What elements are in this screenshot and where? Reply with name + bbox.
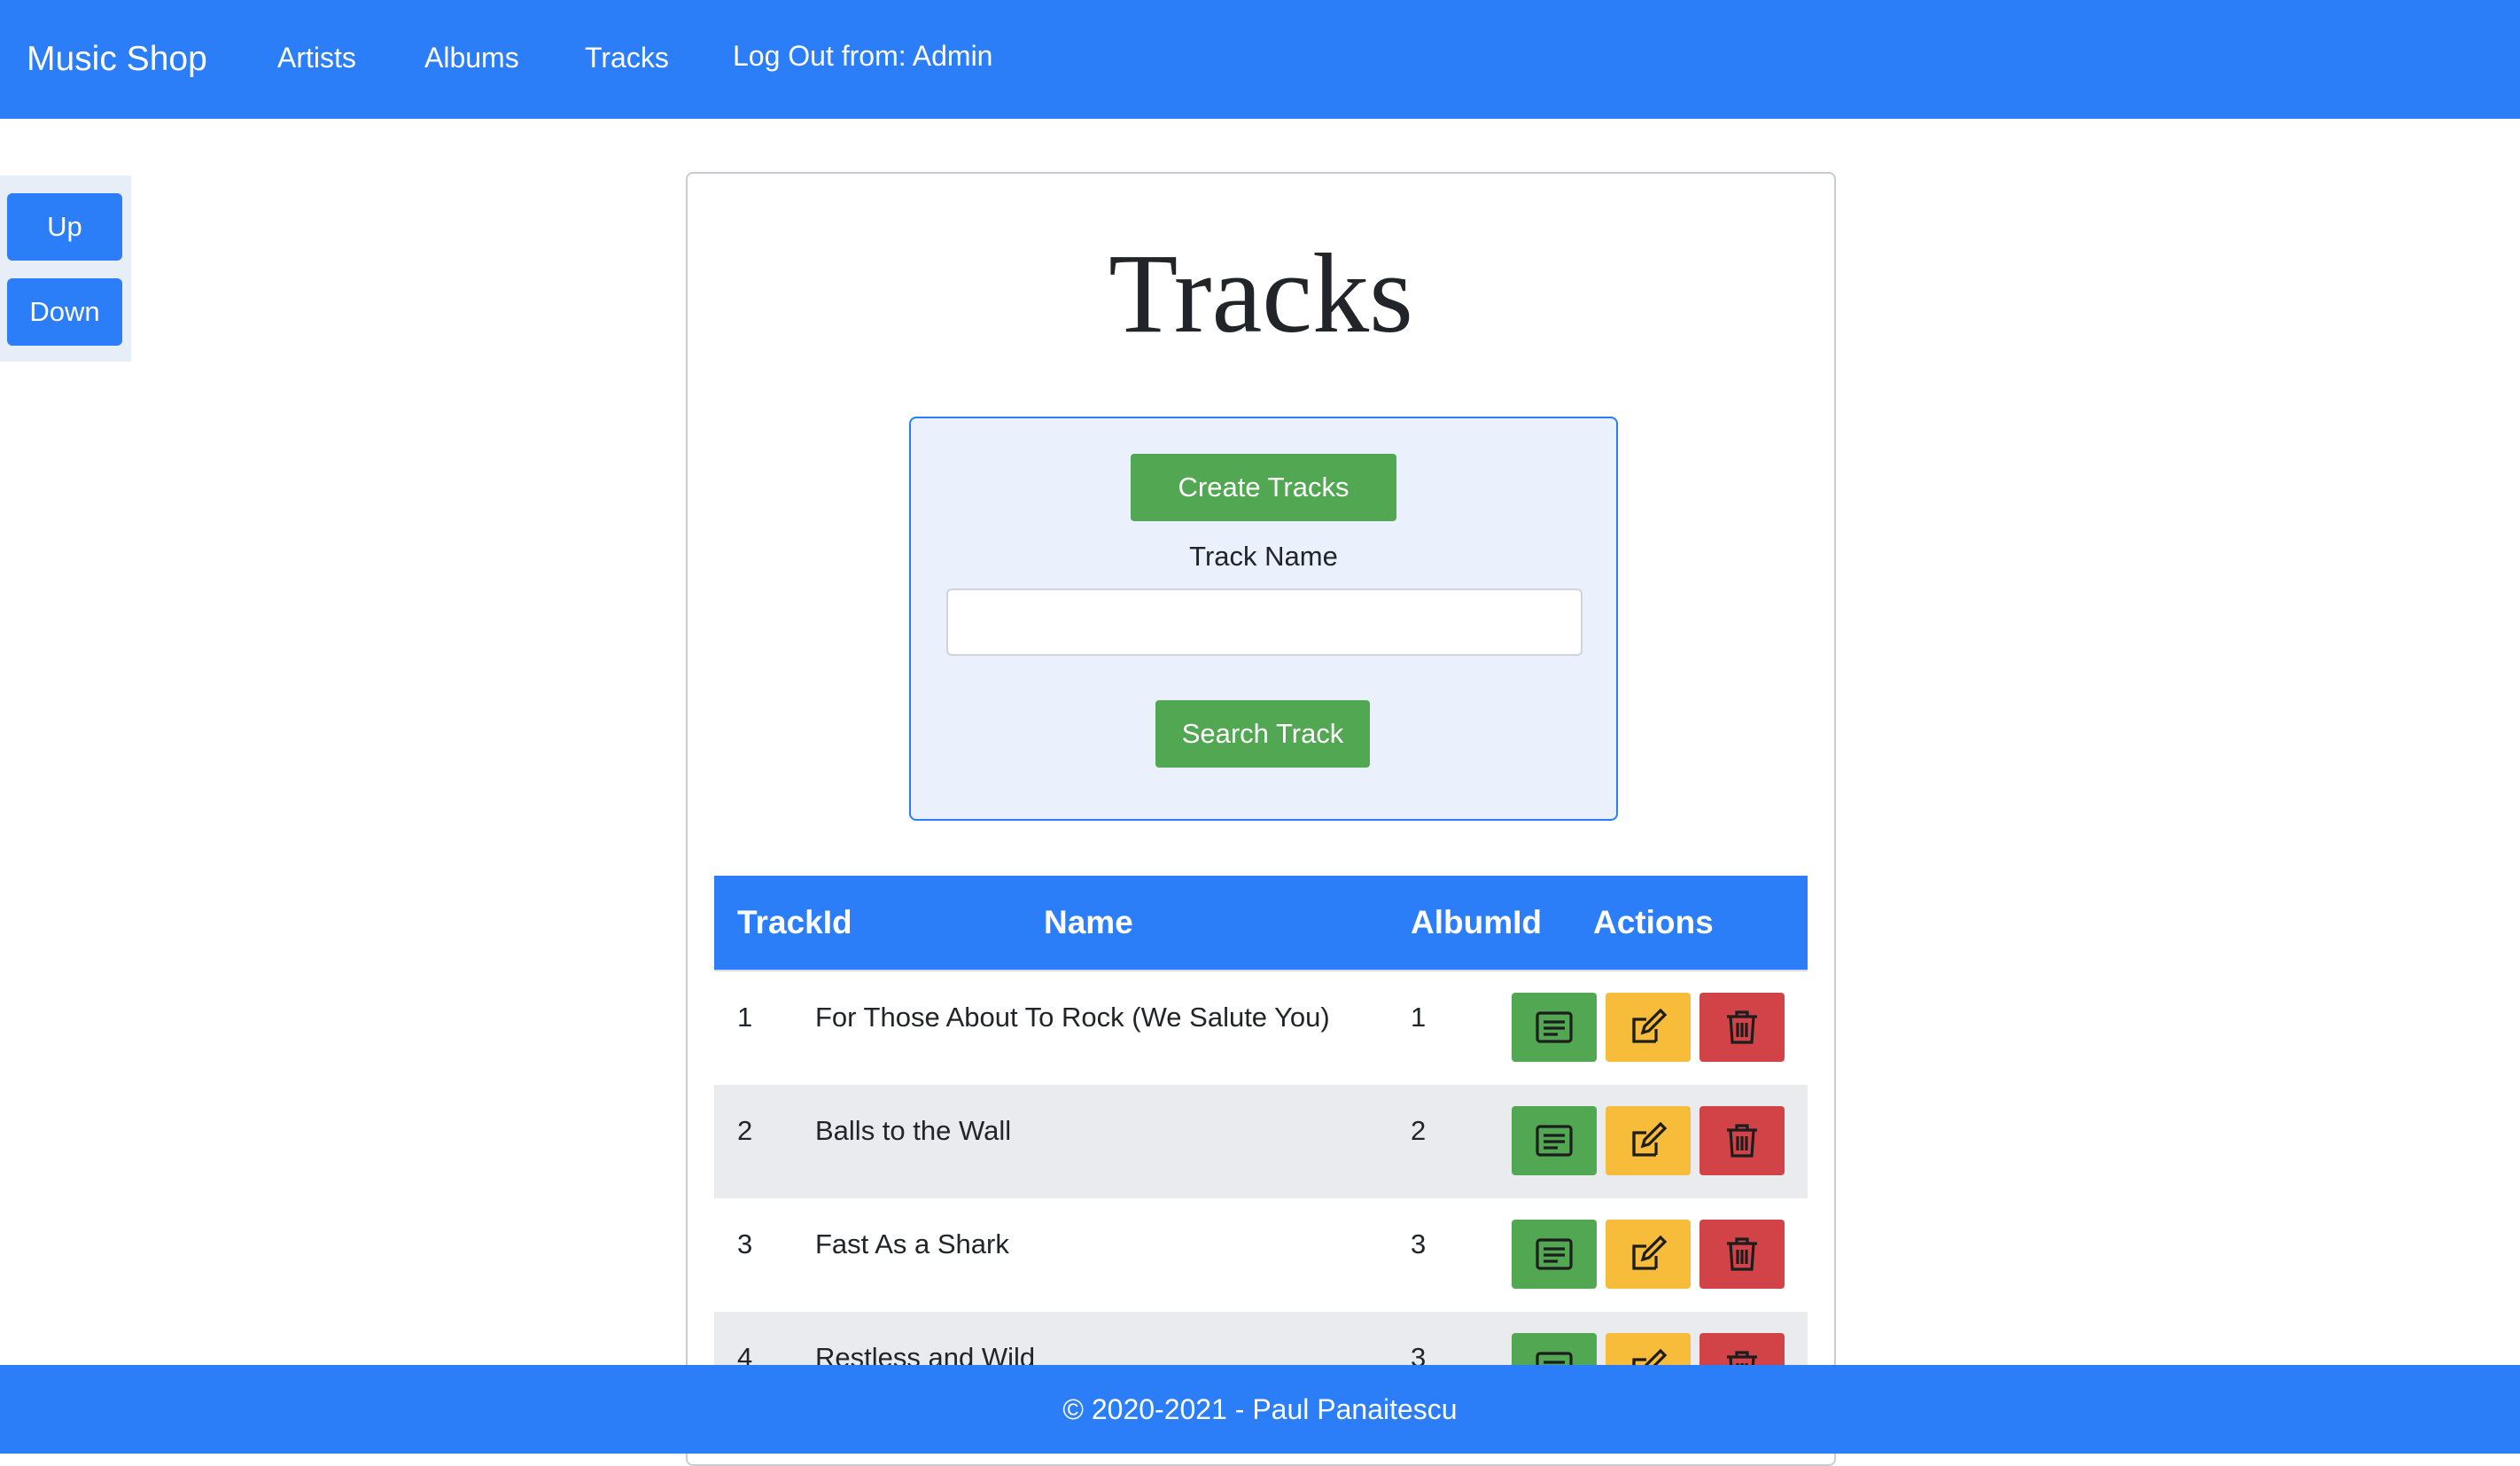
edit-icon <box>1632 1008 1668 1043</box>
cell-name: Balls to the Wall <box>815 1115 1012 1146</box>
cell-albumid: 3 <box>1411 1228 1427 1259</box>
edit-button[interactable] <box>1606 993 1691 1062</box>
cell-trackid: 2 <box>737 1115 753 1146</box>
nav-tracks-link[interactable]: Tracks <box>585 0 669 119</box>
track-name-label: Track Name <box>1189 541 1338 572</box>
edit-icon <box>1632 1121 1668 1157</box>
details-icon <box>1536 1125 1573 1157</box>
cell-albumid: 2 <box>1411 1115 1427 1146</box>
details-button[interactable] <box>1512 993 1597 1062</box>
scroll-panel: Up Down <box>0 175 131 362</box>
details-icon <box>1536 1238 1573 1270</box>
table-row: 1 For Those About To Rock (We Salute You… <box>714 970 1808 1085</box>
tracks-card: Tracks Create Tracks Track Name Search T… <box>686 172 1836 1466</box>
scroll-down-button[interactable]: Down <box>7 278 122 346</box>
table-row: 3 Fast As a Shark 3 <box>714 1198 1808 1312</box>
search-form: Create Tracks Track Name Search Track <box>909 417 1618 821</box>
trash-icon <box>1727 1124 1757 1158</box>
trash-icon <box>1727 1010 1757 1044</box>
cell-trackid: 1 <box>737 1002 753 1033</box>
top-navbar: Music Shop Artists Albums Tracks Log Out… <box>0 0 2520 119</box>
page-footer: © 2020-2021 - Paul Panaitescu <box>0 1365 2520 1454</box>
header-albumid: AlbumId <box>1411 904 1542 940</box>
details-button[interactable] <box>1512 1220 1597 1289</box>
delete-button[interactable] <box>1699 1220 1785 1289</box>
cell-albumid: 1 <box>1411 1002 1427 1033</box>
cell-trackid: 3 <box>737 1228 753 1259</box>
cell-name: Fast As a Shark <box>815 1228 1009 1259</box>
tracks-table: TrackId Name AlbumId Actions 1 For Those… <box>714 876 1808 1425</box>
header-actions: Actions <box>1593 904 1714 940</box>
nav-artists-link[interactable]: Artists <box>277 0 356 119</box>
table-row: 2 Balls to the Wall 2 <box>714 1085 1808 1198</box>
nav-albums-link[interactable]: Albums <box>424 0 519 119</box>
search-track-button[interactable]: Search Track <box>1155 700 1370 768</box>
trash-icon <box>1727 1237 1757 1271</box>
header-name: Name <box>1044 904 1133 940</box>
scroll-up-button[interactable]: Up <box>7 193 122 261</box>
edit-icon <box>1632 1235 1668 1270</box>
logout-link[interactable]: Log Out from: Admin <box>733 0 992 119</box>
cell-name: For Those About To Rock (We Salute You) <box>815 1002 1330 1033</box>
edit-button[interactable] <box>1606 1220 1691 1289</box>
delete-button[interactable] <box>1699 993 1785 1062</box>
page-title: Tracks <box>1108 230 1413 356</box>
delete-button[interactable] <box>1699 1106 1785 1175</box>
header-trackid: TrackId <box>737 904 852 940</box>
details-icon <box>1536 1011 1573 1043</box>
copyright-text: © 2020-2021 - Paul Panaitescu <box>1062 1393 1458 1425</box>
table-header: TrackId Name AlbumId Actions <box>714 876 1808 970</box>
details-button[interactable] <box>1512 1106 1597 1175</box>
track-name-input[interactable] <box>946 589 1583 656</box>
edit-button[interactable] <box>1606 1106 1691 1175</box>
create-tracks-button[interactable]: Create Tracks <box>1131 454 1396 521</box>
brand-link[interactable]: Music Shop <box>27 0 207 119</box>
